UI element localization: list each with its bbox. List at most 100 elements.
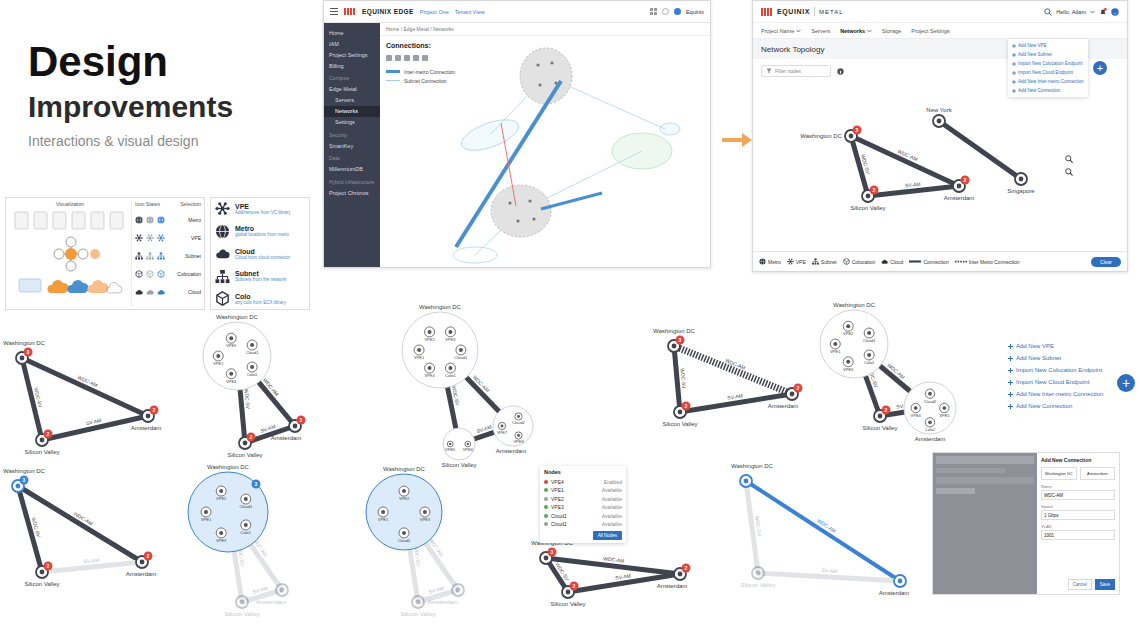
menu-item[interactable]: Add New Inter-metro Connection (1012, 78, 1084, 85)
node-row[interactable]: Cloud1Available (544, 512, 622, 520)
connection[interactable]: WDC-AM (746, 481, 900, 581)
breadcrumb[interactable]: Home / Edge Metal / Networks (380, 23, 710, 36)
sidebar-item[interactable]: Servers (324, 95, 380, 106)
cluster-node[interactable]: VPE1 (201, 507, 212, 522)
node-icon[interactable] (864, 328, 874, 338)
metro[interactable]: VPE4Cloud2VPE5Colo2Amsterdam (904, 382, 956, 442)
metro[interactable]: VPE1VPE2VPE3Cloud1Colo1VPE4Washington DC (402, 304, 478, 388)
connection[interactable]: WDC-SV (18, 486, 42, 572)
connection[interactable]: WDC-AM (851, 136, 959, 186)
info-icon[interactable] (837, 68, 844, 75)
node-icon[interactable] (378, 507, 388, 517)
node-icon[interactable] (213, 351, 223, 361)
all-nodes-button[interactable]: All Nodes (593, 531, 622, 540)
node-icon[interactable] (515, 413, 522, 420)
metro[interactable]: 3Washington DC (653, 328, 695, 352)
metro-icon[interactable] (933, 115, 945, 127)
sidebar-item[interactable]: Billing (324, 60, 380, 71)
bell-icon[interactable] (1099, 8, 1107, 16)
node-row[interactable]: Cloud1Available (544, 521, 622, 529)
sidebar-item[interactable]: Project Chronos (324, 187, 380, 198)
metro[interactable]: Amsterdam (879, 575, 910, 596)
metro[interactable]: 2Amsterdam (944, 176, 975, 202)
connection-line[interactable] (851, 136, 959, 186)
cluster-node[interactable]: VPE2 (843, 321, 854, 336)
sidebar-item[interactable]: IAM (324, 38, 380, 49)
connection[interactable]: WDC-AM (674, 346, 792, 394)
endpoint-card[interactable]: Washington DC (1041, 467, 1077, 480)
cluster-node[interactable]: Colo1 (864, 350, 875, 365)
node-icon[interactable] (241, 494, 251, 504)
node-row[interactable]: VPE2Available (544, 495, 622, 503)
metro-cluster[interactable] (820, 310, 888, 378)
connection-line[interactable] (674, 346, 792, 394)
cluster-node[interactable]: Colo1 (247, 362, 258, 377)
metro-cluster[interactable] (904, 382, 956, 434)
connection[interactable]: WDC-SV (674, 346, 687, 412)
node-icon[interactable] (911, 403, 920, 412)
connection[interactable]: SV-AM (42, 557, 142, 572)
cluster-node[interactable]: VPE4 (424, 363, 435, 378)
toolbar-button-icon[interactable] (404, 55, 410, 61)
connection-line[interactable] (758, 573, 900, 581)
metro-shape[interactable] (491, 185, 551, 237)
connection[interactable]: WDC-SV (746, 481, 763, 573)
menu-item[interactable]: Add New VPE (1012, 42, 1084, 49)
node-row[interactable]: VPE3Available (544, 504, 622, 512)
menu-item[interactable]: Add New Connection (1008, 400, 1103, 412)
cluster-node[interactable]: VPE5 (939, 403, 950, 418)
connection[interactable] (939, 121, 1021, 179)
connection-line[interactable] (501, 123, 516, 206)
menu-item[interactable]: Add New Subnet (1008, 352, 1103, 364)
cluster-node[interactable]: VPE8 (513, 432, 524, 444)
menu-item[interactable]: Add New VPE (1008, 340, 1103, 352)
metro[interactable]: VPE1VPE2Cloud1Colo1VPE3Washington DC (203, 314, 271, 390)
cluster-node[interactable]: VPE1 (414, 345, 425, 360)
metro[interactable]: 2Silicon Valley (24, 430, 59, 456)
cluster-node[interactable]: Colo1 (445, 363, 456, 378)
node-icon[interactable] (830, 339, 840, 349)
cluster-node[interactable]: VPE2 (424, 327, 435, 342)
metro-cluster[interactable] (443, 428, 475, 460)
subnet-shape[interactable] (660, 123, 680, 135)
cluster-node[interactable]: VPE2 (216, 486, 227, 501)
connection[interactable]: SV-AM (868, 181, 959, 196)
cluster-node[interactable]: VPE7 (497, 422, 508, 434)
node-icon[interactable] (864, 350, 874, 360)
node-icon[interactable] (447, 441, 453, 447)
sidebar-item[interactable]: Home (324, 27, 380, 38)
node-icon[interactable] (515, 432, 522, 439)
field-input[interactable]: WDC-AM (1041, 490, 1115, 500)
add-button[interactable]: + (1117, 374, 1135, 392)
metro[interactable]: Amsterdam (428, 584, 464, 605)
metro-icon[interactable] (412, 596, 424, 608)
metro[interactable]: Washington DC (731, 463, 773, 487)
nav-tab[interactable]: Project Settings (911, 28, 950, 34)
metro[interactable]: 2Silicon Valley (550, 582, 585, 608)
cluster-node[interactable]: VPE2 (399, 486, 410, 501)
metro-shape[interactable] (520, 48, 572, 104)
node-row[interactable]: VPE1Available (544, 487, 622, 495)
grid-icon[interactable] (650, 8, 657, 15)
metro-icon[interactable] (894, 575, 906, 587)
menu-item[interactable]: Import New Colocation Endpoint (1008, 364, 1103, 376)
metro[interactable]: 1Amsterdam (271, 416, 306, 442)
cluster-node[interactable]: VPE2 (226, 333, 237, 348)
node-row[interactable]: VPE4Enabled (544, 478, 622, 486)
field-input[interactable]: 1 Gbps (1041, 510, 1115, 520)
cluster-node[interactable]: Cloud1 (398, 528, 411, 543)
connection[interactable]: WDC-SV (22, 358, 44, 440)
inter-metro-line[interactable] (541, 193, 602, 209)
node-icon[interactable] (420, 507, 430, 517)
node-icon[interactable] (399, 486, 409, 496)
menu-item[interactable]: Import New Cloud Endpoint (1012, 69, 1084, 76)
cluster-node[interactable]: VPE3 (420, 507, 431, 522)
metro[interactable]: 2Silicon Valley (24, 562, 59, 588)
connection[interactable]: WDC-SV (851, 136, 872, 196)
node-icon[interactable] (465, 441, 471, 447)
connection[interactable]: SV-AM (758, 567, 900, 581)
help-icon[interactable] (1111, 8, 1119, 16)
node-icon[interactable] (445, 363, 455, 373)
cluster-node[interactable]: Cloud1 (239, 494, 252, 509)
cluster-node[interactable]: VPE3 (216, 528, 227, 543)
